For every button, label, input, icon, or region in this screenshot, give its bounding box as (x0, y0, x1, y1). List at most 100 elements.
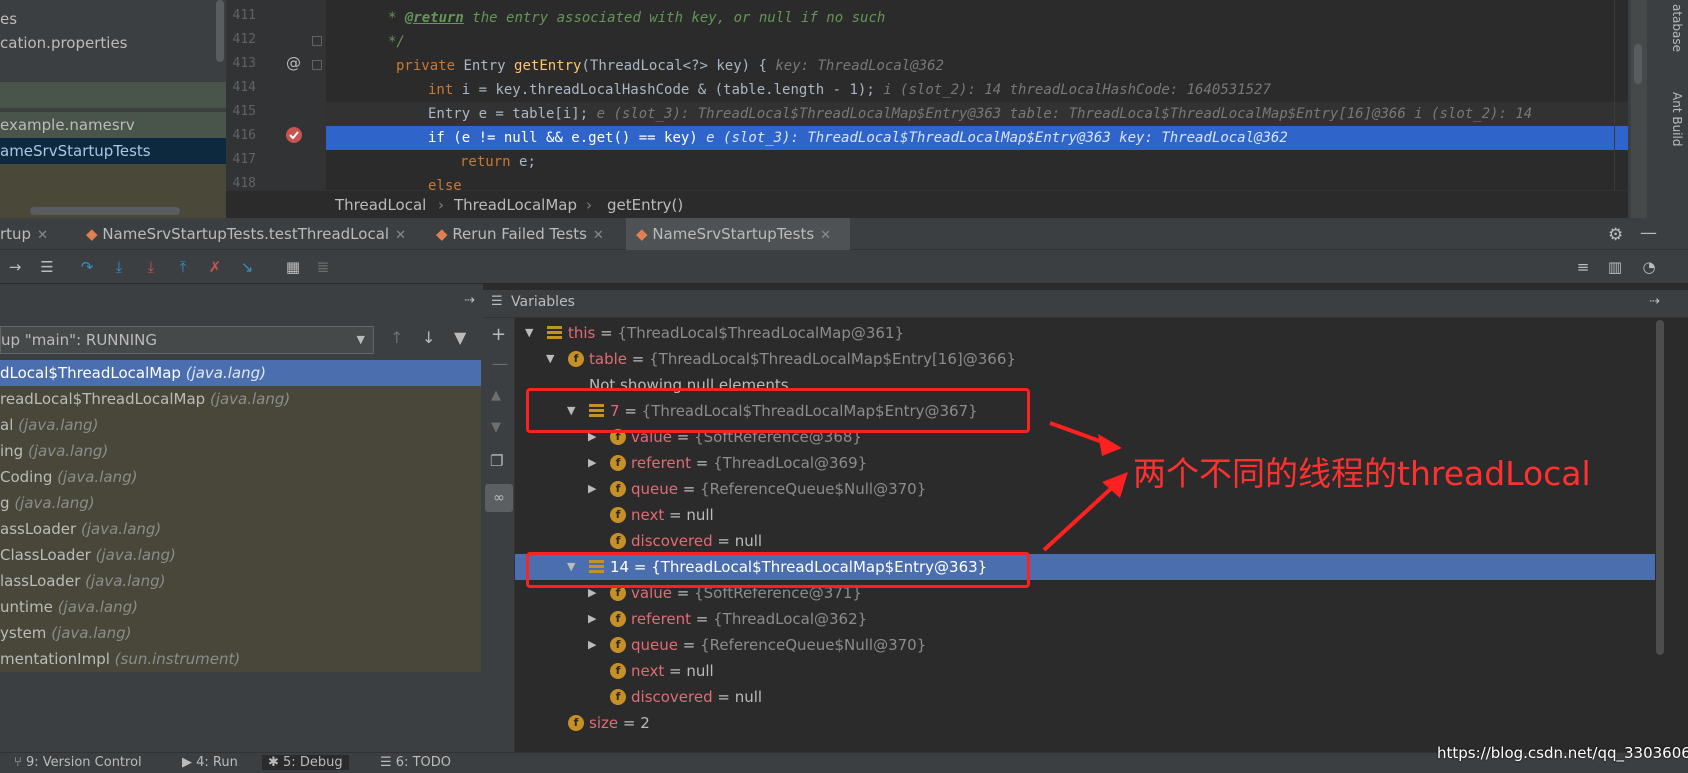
variable-name: queue (631, 636, 678, 654)
database-tool-button[interactable]: atabase (1670, 4, 1684, 52)
expand-open-icon[interactable]: ▼ (525, 320, 539, 346)
step-out-icon[interactable]: ⤒ (172, 256, 194, 278)
glasses-icon[interactable]: ∞ (485, 484, 513, 512)
filter-icon[interactable]: ▼ (454, 328, 466, 347)
force-step-into-icon[interactable]: ⤓ (140, 256, 162, 278)
override-at-icon[interactable]: @ (286, 54, 301, 72)
expand-open-icon[interactable]: ▼ (546, 346, 560, 372)
expand-closed-icon[interactable]: ▶ (588, 450, 602, 476)
tab-todo[interactable]: ☰ 6: TODO (380, 755, 451, 770)
variable-row[interactable]: ▼ f table = {ThreadLocal$ThreadLocalMap$En… (515, 346, 1655, 372)
expand-closed-icon[interactable]: ▶ (588, 606, 602, 632)
stack-frame[interactable]: lassLoader (java.lang) (0, 568, 481, 594)
breadcrumb-item[interactable]: ThreadLocalMap (454, 196, 577, 214)
thread-selector[interactable]: up "main": RUNNING ▼ (0, 326, 374, 354)
down-arrow-icon[interactable]: ↓ (422, 328, 435, 347)
variable-row[interactable]: ▶ f referent = {ThreadLocal@362} (515, 606, 1655, 632)
minimize-icon[interactable]: — (1640, 223, 1657, 243)
add-watch-icon[interactable]: + (491, 324, 506, 345)
gear-icon[interactable]: ⚙ (1608, 225, 1623, 245)
project-tree-item[interactable]: cation.properties (0, 30, 226, 56)
variable-equals: = (691, 454, 714, 472)
tab-name-srv-startup-tests[interactable]: ◆ NameSrvStartupTests ✕ (626, 218, 850, 250)
evaluate-expression-icon[interactable]: ▦ (282, 256, 304, 278)
frames-list-icon[interactable]: ☰ (36, 256, 58, 278)
close-icon[interactable]: ✕ (37, 228, 48, 243)
line-number: 414 (232, 80, 256, 95)
right-margin-guide (1614, 0, 1615, 190)
run-config-icon: ◆ (86, 225, 103, 243)
variable-plain-value: null (734, 532, 763, 550)
trace-icon[interactable]: ≣ (312, 256, 334, 278)
project-tree-item[interactable]: example.namesrv (0, 112, 226, 138)
variable-plain-value: null (686, 662, 714, 680)
variables-scrollbar[interactable] (1656, 320, 1664, 655)
tab-debug[interactable]: ✱ 5: Debug (262, 755, 349, 770)
close-icon[interactable]: ✕ (820, 228, 831, 243)
stack-frame[interactable]: ing (java.lang) (0, 438, 481, 464)
remove-watch-icon[interactable]: — (492, 354, 508, 373)
move-up-icon[interactable]: ▲ (491, 388, 501, 403)
panel-arrow-icon[interactable]: ⇢ (1649, 294, 1660, 309)
stack-frame[interactable]: ystem (java.lang) (0, 620, 481, 646)
fold-icon[interactable] (312, 36, 322, 46)
tab-run[interactable]: ▶ 4: Run (182, 755, 238, 770)
variable-name: next (631, 662, 665, 680)
stack-frame[interactable]: assLoader (java.lang) (0, 516, 481, 542)
stack-frame[interactable]: mentationImpl (sun.instrument) (0, 646, 481, 672)
tab-startup[interactable]: rtup ✕ (0, 218, 56, 250)
arrow-icon[interactable]: → (4, 256, 26, 278)
ant-build-tool-button[interactable]: Ant Build (1670, 92, 1684, 146)
run-to-cursor-icon[interactable]: ↘ (236, 256, 258, 278)
variable-text: referent = {ThreadLocal@369} (631, 450, 867, 476)
close-icon[interactable]: ✕ (395, 228, 406, 243)
fold-icon[interactable] (312, 60, 322, 70)
restore-layout-icon[interactable]: ▥ (1604, 256, 1626, 278)
tab-version-control[interactable]: ⑂ 9: Version Control (14, 755, 142, 770)
code-editor[interactable]: * @return the entry associated with key,… (326, 0, 1628, 190)
code-line-414: int i = key.threadLocalHashCode & (table… (428, 82, 1271, 98)
line-number: 411 (232, 8, 256, 23)
close-icon[interactable]: ✕ (593, 228, 604, 243)
right-tool-strip: atabase Ant Build (1628, 0, 1688, 218)
breadcrumb-item[interactable]: getEntry() (607, 196, 683, 214)
step-over-icon[interactable]: ↷ (76, 256, 98, 278)
stack-frame[interactable]: g (java.lang) (0, 490, 481, 516)
project-hscrollbar[interactable] (30, 207, 180, 215)
field-icon: f (610, 663, 626, 679)
stack-frame[interactable]: untime (java.lang) (0, 594, 481, 620)
variable-row[interactable]: f discovered = null (515, 684, 1655, 710)
line-number: 412 (232, 32, 256, 47)
breakpoint-icon[interactable] (286, 127, 302, 143)
editor-scrollbar-thumb[interactable] (1634, 44, 1642, 84)
move-down-icon[interactable]: ▼ (491, 420, 501, 435)
up-arrow-icon[interactable]: ↑ (390, 328, 403, 347)
tab-rerun-failed-tests[interactable]: ◆ Rerun Failed Tests ✕ (428, 218, 612, 250)
variable-row[interactable]: f size = 2 (515, 710, 1655, 736)
variable-row[interactable]: ▼ this = {ThreadLocal$ThreadLocalMap@361} (515, 320, 1655, 346)
expand-closed-icon[interactable]: ▶ (588, 476, 602, 502)
project-tree-item[interactable]: es (0, 6, 226, 32)
variable-text: this = {ThreadLocal$ThreadLocalMap@361} (568, 320, 904, 346)
variable-row[interactable]: f next = null (515, 658, 1655, 684)
project-scrollbar[interactable] (216, 0, 224, 62)
expand-closed-icon[interactable]: ▶ (588, 632, 602, 658)
code-line-411: * @return the entry associated with key,… (388, 10, 886, 26)
stack-frame[interactable]: al (java.lang) (0, 412, 481, 438)
stack-frame[interactable]: readLocal$ThreadLocalMap (java.lang) (0, 386, 481, 412)
variable-row[interactable]: ▶ f queue = {ReferenceQueue$Null@370} (515, 632, 1655, 658)
drop-frame-icon[interactable]: ✗ (204, 256, 226, 278)
copy-icon[interactable]: ❐ (490, 452, 503, 470)
layout-icon[interactable]: ≡ (1572, 256, 1594, 278)
step-into-icon[interactable]: ⤓ (108, 256, 130, 278)
panel-arrow-icon[interactable]: ⇢ (464, 293, 475, 308)
tab-test-thread-local[interactable]: ◆ NameSrvStartupTests.testThreadLocal ✕ (78, 218, 414, 250)
variable-text: table = {ThreadLocal$ThreadLocalMap$Entr… (589, 346, 1016, 372)
run-config-icon: ◆ (436, 225, 453, 243)
stack-frame[interactable]: Coding (java.lang) (0, 464, 481, 490)
project-tree-item-selected[interactable]: ameSrvStartupTests (0, 138, 226, 164)
stack-frame[interactable]: dLocal$ThreadLocalMap (java.lang) (0, 360, 481, 386)
memory-gauge-icon[interactable]: ◔ (1638, 256, 1660, 278)
stack-frame[interactable]: ClassLoader (java.lang) (0, 542, 481, 568)
breadcrumb-item[interactable]: ThreadLocal (335, 196, 426, 214)
